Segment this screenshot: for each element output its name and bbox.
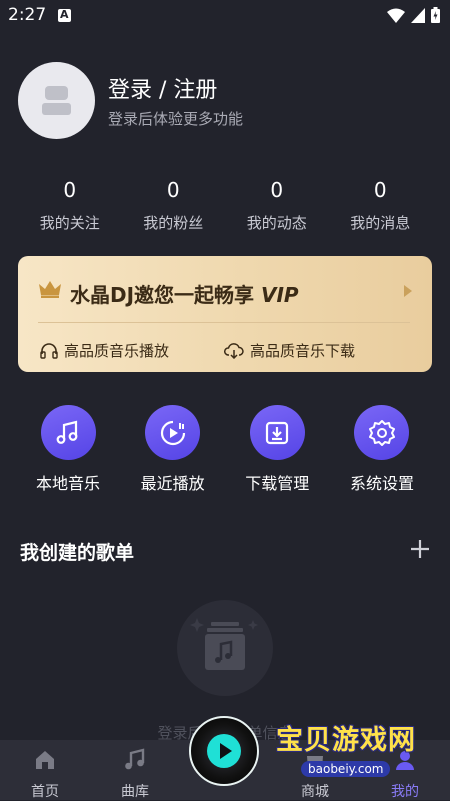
vip-title-text: 水晶DJ邀您一起畅享 xyxy=(70,283,255,307)
signal-icon xyxy=(411,7,425,23)
menu-label: 本地音乐 xyxy=(35,474,100,493)
stat-label: 我的消息 xyxy=(350,214,411,232)
now-playing-disc-button[interactable] xyxy=(189,716,259,786)
stat-value: 0 xyxy=(270,178,284,202)
menu-settings[interactable]: 系统设置 xyxy=(332,405,432,495)
feature-label: 高品质音乐播放 xyxy=(64,342,170,360)
menu-icon-circle xyxy=(354,405,410,460)
tab-music-library[interactable]: 曲库 xyxy=(90,740,180,800)
tab-label: 首页 xyxy=(31,784,59,800)
stat-messages[interactable]: 0 我的消息 xyxy=(329,178,433,238)
gear-icon xyxy=(368,419,395,446)
quick-menu: 本地音乐 最近播放 下载管理 系统设置 xyxy=(18,405,432,495)
battery-icon xyxy=(431,7,440,23)
headphones-icon xyxy=(40,342,58,359)
watermark-text: 宝贝游戏网 xyxy=(276,725,416,756)
vip-feature-download: 高品质音乐下载 xyxy=(224,340,355,361)
watermark-url: baobeiy.com xyxy=(301,761,391,777)
vip-banner[interactable]: 水晶DJ邀您一起畅享 VIP 高品质音乐播放 高品质音乐下载 xyxy=(18,256,432,372)
play-disc-icon xyxy=(207,734,241,768)
music-library-icon xyxy=(125,748,145,770)
tab-label: 曲库 xyxy=(121,784,149,800)
download-icon xyxy=(266,421,289,444)
cloud-download-icon xyxy=(224,342,244,359)
section-title: 我创建的歌单 xyxy=(20,542,135,564)
status-icons xyxy=(387,7,440,23)
stat-fans[interactable]: 0 我的粉丝 xyxy=(122,178,226,238)
empty-playlist-icon xyxy=(177,600,273,696)
tab-home[interactable]: 首页 xyxy=(0,740,90,800)
stat-value: 0 xyxy=(166,178,180,202)
stats-row: 0 我的关注 0 我的粉丝 0 我的动态 0 我的消息 xyxy=(18,178,432,238)
divider xyxy=(38,322,410,323)
stat-label: 我的动态 xyxy=(246,214,307,232)
chevron-right-icon xyxy=(404,285,412,297)
add-playlist-icon[interactable] xyxy=(408,537,432,561)
menu-label: 系统设置 xyxy=(349,474,414,493)
notification-app-icon xyxy=(58,8,71,22)
stat-following[interactable]: 0 我的关注 xyxy=(18,178,122,238)
status-bar: 2:27 xyxy=(0,0,450,32)
stat-label: 我的关注 xyxy=(39,214,100,232)
default-user-icon xyxy=(42,86,71,115)
crown-icon xyxy=(39,281,61,298)
watermark-logo: 宝贝游戏网 baobeiy.com xyxy=(276,718,444,778)
stat-value: 0 xyxy=(373,178,387,202)
menu-label: 下载管理 xyxy=(245,474,310,493)
login-register-link[interactable]: 登录 / 注册 xyxy=(108,72,217,104)
menu-local-music[interactable]: 本地音乐 xyxy=(18,405,118,495)
stat-label: 我的粉丝 xyxy=(143,214,204,232)
status-time: 2:27 xyxy=(8,5,47,25)
menu-icon-circle xyxy=(145,405,201,460)
vip-word: VIP xyxy=(261,283,299,307)
tab-label: 商城 xyxy=(301,784,329,800)
menu-recent-play[interactable]: 最近播放 xyxy=(123,405,223,495)
music-note-icon xyxy=(56,420,78,444)
avatar[interactable] xyxy=(18,62,95,139)
feature-label: 高品质音乐下载 xyxy=(250,342,356,360)
menu-download-manager[interactable]: 下载管理 xyxy=(227,405,327,495)
recent-play-icon xyxy=(160,420,185,445)
menu-icon-circle xyxy=(249,405,305,460)
stat-posts[interactable]: 0 我的动态 xyxy=(225,178,329,238)
wifi-icon xyxy=(387,8,405,23)
menu-icon-circle xyxy=(40,405,96,460)
vip-title: 水晶DJ邀您一起畅享 VIP xyxy=(70,279,299,308)
home-icon xyxy=(36,751,54,769)
vip-feature-playback: 高品质音乐播放 xyxy=(40,340,169,361)
menu-label: 最近播放 xyxy=(140,474,205,493)
my-playlists-header: 我创建的歌单 xyxy=(20,535,432,567)
tab-label: 我的 xyxy=(391,784,419,800)
stat-value: 0 xyxy=(63,178,77,202)
login-subtitle: 登录后体验更多功能 xyxy=(108,110,244,128)
profile-header[interactable]: 登录 / 注册 登录后体验更多功能 xyxy=(18,62,438,140)
